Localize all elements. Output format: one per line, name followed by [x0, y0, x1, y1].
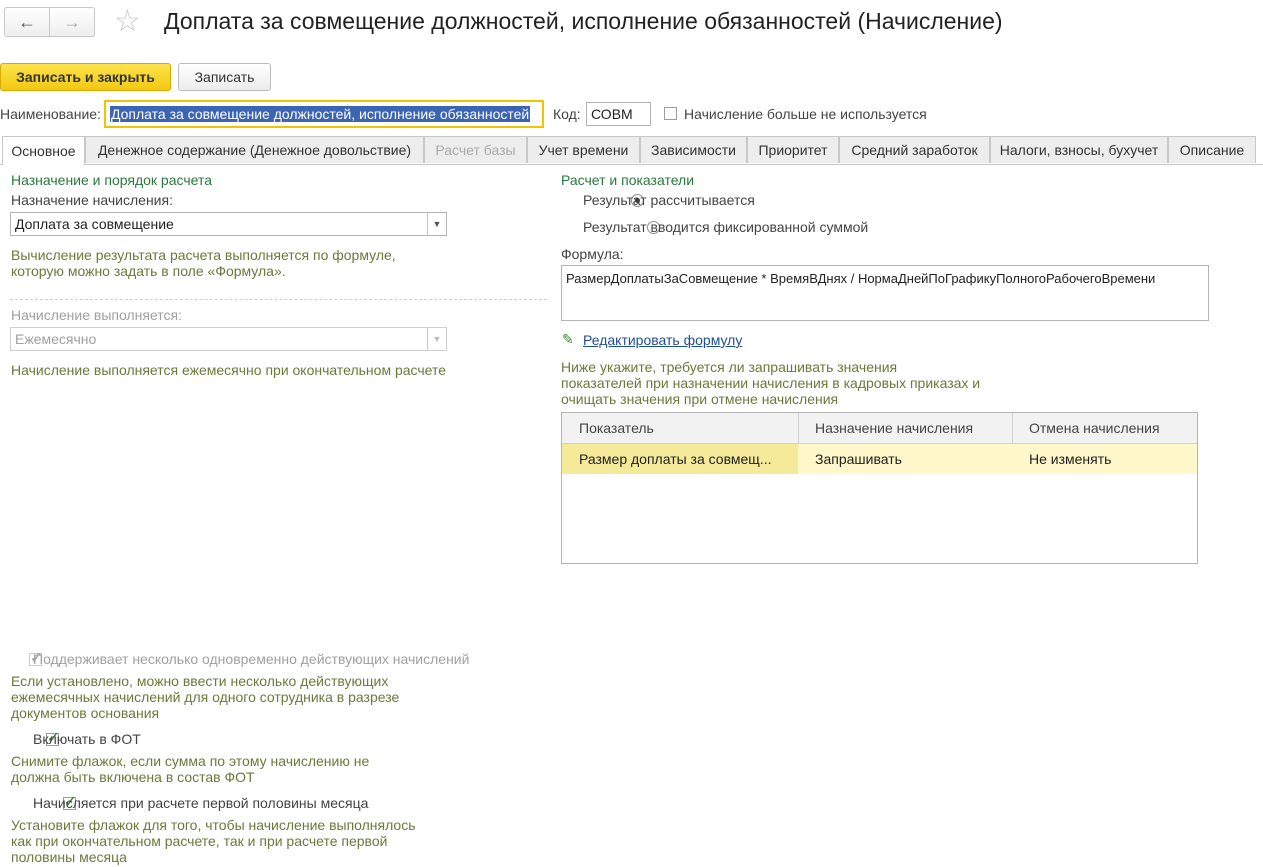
dropdown-arrow-icon[interactable]: ▼	[427, 213, 446, 235]
purpose-note-1: Вычисление результата расчета выполняетс…	[11, 247, 396, 263]
first-half-label: Начисляется при расчете первой половины …	[33, 795, 369, 811]
indicators-note-2: показателей при назначении начисления в …	[561, 375, 981, 391]
fot-note-2: должна быть включена в состав ФОТ	[11, 769, 255, 785]
period-value: Ежемесячно	[15, 331, 97, 347]
forward-arrow-icon[interactable]: →	[49, 8, 94, 36]
tab-base-calc[interactable]: Расчет базы	[424, 136, 527, 163]
purpose-value: Доплата за совмещение	[15, 216, 174, 232]
tab-salary[interactable]: Денежное содержание (Денежное довольстви…	[85, 136, 424, 163]
tab-main[interactable]: Основное	[2, 136, 85, 165]
fot-note-1: Снимите флажок, если сумма по этому начи…	[11, 753, 370, 769]
tab-taxes[interactable]: Налоги, взносы, бухучет	[990, 136, 1168, 163]
table-row[interactable]: Размер доплаты за совмещ... Запрашивать …	[562, 444, 1197, 474]
dropdown-arrow-icon: ▼	[427, 328, 446, 350]
name-value: Доплата за совмещение должностей, исполн…	[110, 106, 531, 122]
cell-indicator[interactable]: Размер доплаты за совмещ...	[579, 444, 771, 474]
page-title: Доплата за совмещение должностей, исполн…	[164, 8, 1003, 34]
multi-note-3: документов основания	[11, 705, 160, 721]
formula-field[interactable]: РазмерДоплатыЗаСовмещение * ВремяВДнях /…	[561, 265, 1209, 321]
name-field[interactable]: Доплата за совмещение должностей, исполн…	[104, 100, 544, 128]
name-label: Наименование:	[0, 106, 101, 122]
navigation-buttons: ← →	[4, 7, 95, 37]
purpose-label: Назначение начисления:	[11, 192, 173, 208]
unused-label: Начисление больше не используется	[684, 106, 927, 122]
cell-assign[interactable]: Запрашивать	[815, 444, 902, 474]
multi-note-1: Если установлено, можно ввести несколько…	[11, 673, 389, 689]
save-button[interactable]: Записать	[178, 63, 271, 91]
column-header-indicator[interactable]: Показатель	[579, 413, 654, 443]
formula-label: Формула:	[561, 246, 624, 262]
column-divider	[798, 413, 799, 443]
radio-calculated-label: Результат рассчитывается	[583, 192, 755, 208]
multi-note-2: ежемесячных начислений для одного сотруд…	[11, 689, 400, 705]
purpose-note-2: которую можно задать в поле «Формула».	[11, 263, 286, 279]
purpose-select[interactable]: Доплата за совмещение ▼	[10, 212, 447, 236]
cell-cancel[interactable]: Не изменять	[1029, 444, 1111, 474]
favorite-star-icon[interactable]: ☆	[114, 6, 141, 38]
code-label: Код:	[553, 106, 581, 122]
table-header: Показатель Назначение начисления Отмена …	[562, 413, 1197, 444]
radio-fixed-label: Результат вводится фиксированной суммой	[583, 219, 869, 235]
tab-description[interactable]: Описание	[1168, 136, 1256, 163]
column-divider	[1012, 413, 1013, 443]
tab-bar: Основное Денежное содержание (Денежное д…	[0, 136, 1263, 165]
period-label: Начисление выполняется:	[11, 307, 182, 323]
edit-formula-link[interactable]: Редактировать формулу	[583, 332, 742, 348]
tab-priority[interactable]: Приоритет	[747, 136, 839, 163]
save-and-close-button[interactable]: Записать и закрыть	[0, 63, 171, 91]
include-fot-label: Включать в ФОТ	[33, 731, 141, 747]
multi-accruals-label: Поддерживает несколько одновременно дейс…	[33, 651, 470, 667]
right-section-title: Расчет и показатели	[561, 172, 695, 188]
period-select: Ежемесячно ▼	[10, 327, 447, 351]
back-arrow-icon[interactable]: ←	[5, 8, 49, 36]
period-note: Начисление выполняется ежемесячно при ок…	[11, 362, 447, 378]
column-header-assign[interactable]: Назначение начисления	[815, 413, 973, 443]
half-note-2: как при окончательном расчете, так и при…	[11, 833, 388, 849]
unused-checkbox[interactable]	[664, 107, 677, 120]
tab-time-tracking[interactable]: Учет времени	[527, 136, 640, 163]
indicators-note-3: очищать значения при отмене начисления	[561, 391, 839, 407]
tab-dependencies[interactable]: Зависимости	[640, 136, 747, 163]
half-note-3: половины месяца	[11, 849, 127, 865]
half-note-1: Установите флажок для того, чтобы начисл…	[11, 817, 416, 833]
divider	[10, 299, 547, 300]
indicators-table[interactable]: Показатель Назначение начисления Отмена …	[561, 412, 1198, 564]
pencil-icon: ✎	[562, 331, 574, 347]
code-field[interactable]: СОВМ	[586, 102, 651, 126]
indicators-note-1: Ниже укажите, требуется ли запрашивать з…	[561, 359, 898, 375]
tab-average-earnings[interactable]: Средний заработок	[839, 136, 990, 163]
column-header-cancel[interactable]: Отмена начисления	[1029, 413, 1160, 443]
left-section-title: Назначение и порядок расчета	[11, 172, 213, 188]
